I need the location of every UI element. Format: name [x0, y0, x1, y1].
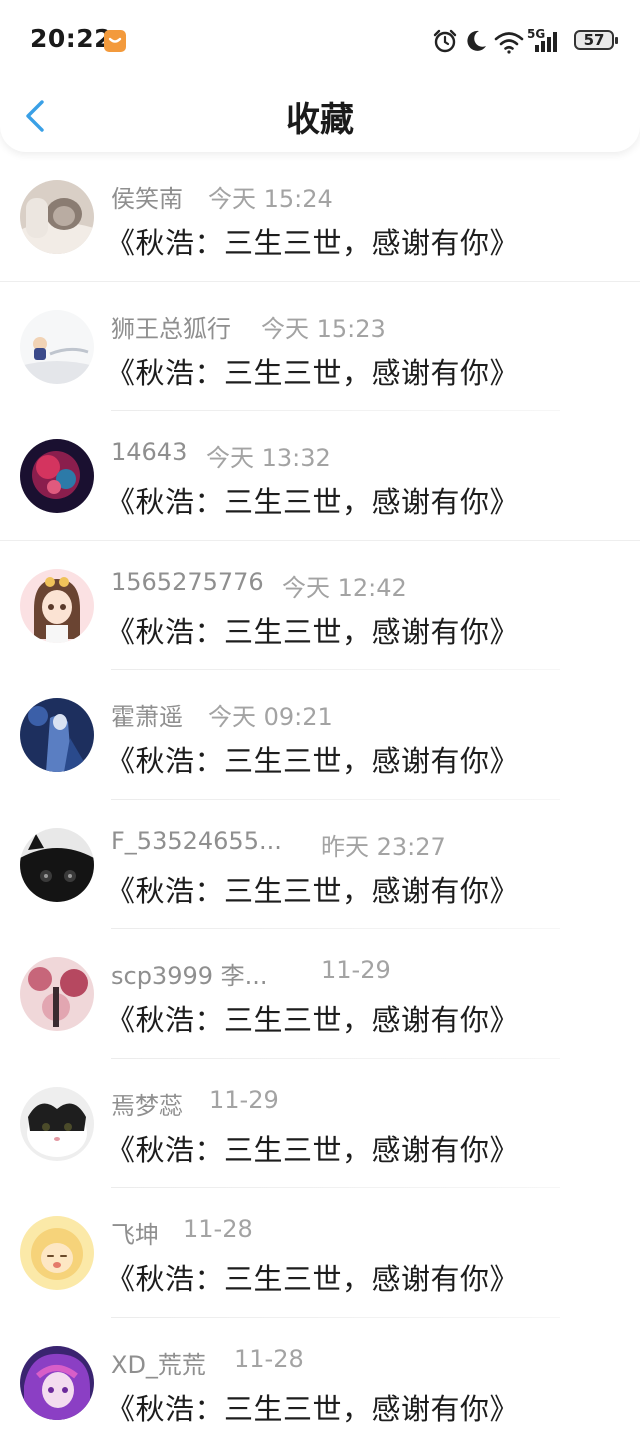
avatar[interactable]: [20, 1087, 94, 1161]
item-meta: XD_荒荒 11-28: [111, 1345, 611, 1377]
item-meta: 狮王总狐行 今天 15:23: [111, 309, 611, 341]
item-time: 11-28: [183, 1215, 253, 1243]
item-title[interactable]: 《秋浩：三生三世，感谢有你》: [106, 220, 519, 262]
item-time: 今天 13:32: [206, 438, 331, 473]
item-title[interactable]: 《秋浩：三生三世，感谢有你》: [106, 868, 519, 910]
user-name[interactable]: 侯笑南: [111, 179, 183, 214]
item-time: 11-29: [209, 1086, 279, 1114]
item-time: 11-28: [234, 1345, 304, 1373]
avatar[interactable]: [20, 1216, 94, 1290]
item-title[interactable]: 《秋浩：三生三世，感谢有你》: [106, 997, 519, 1039]
list-item[interactable]: scp3999 李... 11-29 《秋浩：三生三世，感谢有你》: [0, 929, 640, 1059]
list-item[interactable]: 飞坤 11-28 《秋浩：三生三世，感谢有你》: [0, 1188, 640, 1318]
item-title[interactable]: 《秋浩：三生三世，感谢有你》: [106, 479, 519, 521]
item-time: 今天 15:24: [208, 179, 333, 214]
avatar[interactable]: [20, 698, 94, 772]
item-time: 今天 09:21: [208, 697, 333, 732]
user-name[interactable]: XD_荒荒: [111, 1345, 206, 1380]
item-time: 11-29: [321, 956, 391, 984]
battery-indicator: 57: [574, 30, 614, 50]
user-name[interactable]: 1565275776: [111, 568, 264, 596]
list-item[interactable]: 焉梦蕊 11-29 《秋浩：三生三世，感谢有你》: [0, 1059, 640, 1189]
page-title: 收藏: [0, 92, 640, 141]
user-name[interactable]: 14643: [111, 438, 187, 466]
app-header: 20:22 5G: [0, 0, 640, 152]
avatar[interactable]: [20, 957, 94, 1031]
user-name[interactable]: 飞坤: [111, 1215, 159, 1250]
item-title[interactable]: 《秋浩：三生三世，感谢有你》: [106, 350, 519, 392]
list-item[interactable]: F_53524655... 昨天 23:27 《秋浩：三生三世，感谢有你》: [0, 800, 640, 930]
user-name[interactable]: 焉梦蕊: [111, 1086, 183, 1121]
item-time: 昨天 23:27: [321, 827, 446, 862]
item-meta: 14643 今天 13:32: [111, 438, 611, 470]
avatar[interactable]: [20, 310, 94, 384]
item-title[interactable]: 《秋浩：三生三世，感谢有你》: [106, 609, 519, 651]
favorites-list: 侯笑南 今天 15:24 《秋浩：三生三世，感谢有你》 狮王总狐行 今天 15:…: [0, 152, 640, 1447]
user-name[interactable]: scp3999 李...: [111, 956, 268, 991]
wifi-icon: [494, 30, 524, 58]
item-title[interactable]: 《秋浩：三生三世，感谢有你》: [106, 1256, 519, 1298]
item-title[interactable]: 《秋浩：三生三世，感谢有你》: [106, 738, 519, 780]
item-meta: scp3999 李... 11-29: [111, 956, 611, 988]
item-meta: 霍萧遥 今天 09:21: [111, 697, 611, 729]
item-time: 今天 15:23: [261, 309, 386, 344]
item-time: 今天 12:42: [282, 568, 407, 603]
status-bar: 20:22 5G: [0, 0, 640, 80]
avatar[interactable]: [20, 569, 94, 643]
signal-icon: [534, 31, 560, 57]
list-item[interactable]: XD_荒荒 11-28 《秋浩：三生三世，感谢有你》: [0, 1318, 640, 1447]
item-meta: F_53524655... 昨天 23:27: [111, 827, 611, 859]
user-name[interactable]: 霍萧遥: [111, 697, 183, 732]
app-notification-icon: [104, 30, 126, 52]
avatar[interactable]: [20, 828, 94, 902]
item-meta: 焉梦蕊 11-29: [111, 1086, 611, 1118]
user-name[interactable]: 狮王总狐行: [111, 309, 231, 344]
item-meta: 飞坤 11-28: [111, 1215, 611, 1247]
alarm-icon: [432, 28, 458, 58]
user-name[interactable]: F_53524655...: [111, 827, 282, 855]
avatar[interactable]: [20, 180, 94, 254]
avatar[interactable]: [20, 439, 94, 513]
avatar[interactable]: [20, 1346, 94, 1420]
item-title[interactable]: 《秋浩：三生三世，感谢有你》: [106, 1386, 519, 1428]
list-item[interactable]: 侯笑南 今天 15:24 《秋浩：三生三世，感谢有你》: [0, 152, 640, 282]
item-meta: 侯笑南 今天 15:24: [111, 179, 611, 211]
list-item[interactable]: 14643 今天 13:32 《秋浩：三生三世，感谢有你》: [0, 411, 640, 541]
list-item[interactable]: 狮王总狐行 今天 15:23 《秋浩：三生三世，感谢有你》: [0, 282, 640, 412]
list-item[interactable]: 1565275776 今天 12:42 《秋浩：三生三世，感谢有你》: [0, 541, 640, 671]
list-item[interactable]: 霍萧遥 今天 09:21 《秋浩：三生三世，感谢有你》: [0, 670, 640, 800]
item-title[interactable]: 《秋浩：三生三世，感谢有你》: [106, 1127, 519, 1169]
status-time: 20:22: [30, 24, 112, 53]
moon-icon: [464, 28, 488, 58]
item-meta: 1565275776 今天 12:42: [111, 568, 611, 600]
nav-bar: 收藏: [0, 80, 640, 152]
